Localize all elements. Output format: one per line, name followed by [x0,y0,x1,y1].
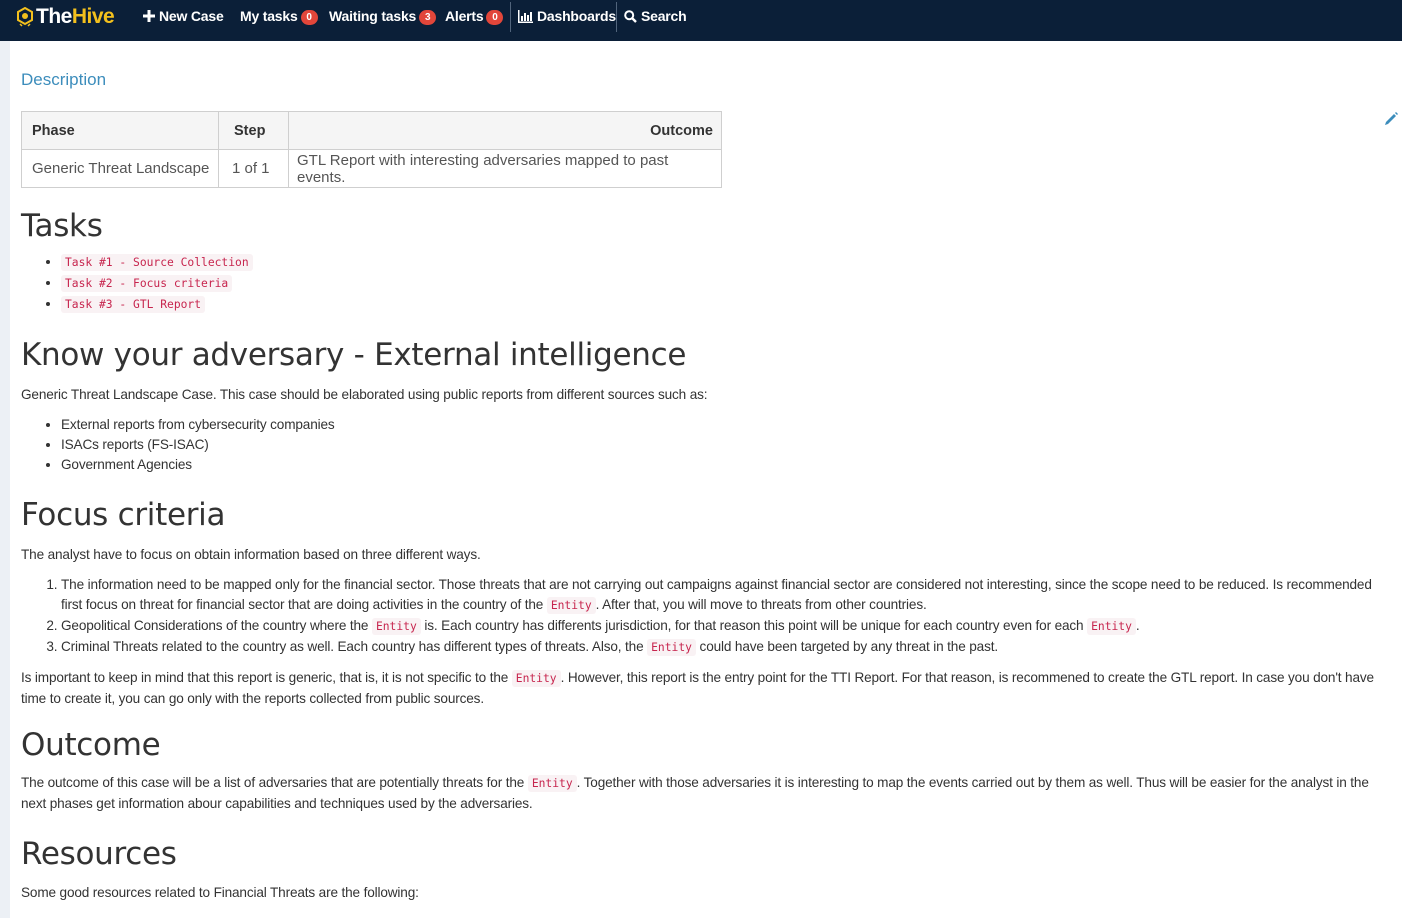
waiting-tasks-link[interactable]: Waiting tasks 3 [329,0,437,32]
task-code: Task #1 - Source Collection [61,254,253,271]
entity-code: Entity [527,775,577,792]
list-item: ISACs reports (FS-ISAC) [61,435,1381,455]
list-text: is. Each country has differents jurisdic… [420,618,1088,633]
list-item: Government Agencies [61,455,1381,475]
waiting-tasks-badge: 3 [419,10,437,25]
tasks-list: Task #1 - Source Collection Task #2 - Fo… [21,252,1381,315]
list-item: Task #3 - GTL Report [61,294,1381,315]
outcome-text-part: The outcome of this case will be a list … [21,775,528,790]
list-text: Geopolitical Considerations of the count… [61,618,372,633]
top-navbar: The Hive New Case My tasks 0 Waiting task… [0,0,1402,41]
list-item: The information need to be mapped only f… [61,575,1381,616]
note-text: Is important to keep in mind that this r… [21,670,512,685]
entity-code: Entity [647,639,696,656]
outcome-heading: Outcome [21,727,161,763]
my-tasks-badge: 0 [300,10,318,25]
adversary-sources-list: External reports from cybersecurity comp… [21,415,1381,475]
waiting-tasks-label: Waiting tasks [329,8,417,24]
description-title: Description [21,70,107,89]
tasks-heading: Tasks [21,208,103,244]
table-header-row: Phase Step Outcome [21,111,722,150]
outcome-text: The outcome of this case will be a list … [21,773,1381,814]
entity-code: Entity [371,618,421,635]
focus-criteria-list: The information need to be mapped only f… [21,575,1381,658]
list-text: . [1135,618,1140,633]
dashboards-label: Dashboards [537,8,616,24]
column-header: Phase [21,111,219,150]
new-case-button[interactable]: New Case [143,0,224,32]
task-code: Task #2 - Focus criteria [61,275,233,292]
adversary-section: Know your adversary - External intellige… [21,337,1381,475]
list-item: External reports from cybersecurity comp… [61,415,1381,435]
left-sidebar-rail [0,41,10,918]
table-row: Generic Threat Landscape 1 of 1 GTL Repo… [21,149,722,188]
list-text: . After that, you will move to threats f… [595,597,927,612]
list-item: Task #1 - Source Collection [61,252,1381,273]
my-tasks-link[interactable]: My tasks 0 [240,0,318,32]
entity-code: Entity [511,670,561,687]
nav-divider [510,2,511,32]
brand-hive: Hive [71,5,115,28]
table-cell: Generic Threat Landscape [21,149,219,188]
brand-logo[interactable]: The Hive [16,1,115,33]
focus-note: Is important to keep in mind that this r… [21,668,1381,709]
brand-the: The [36,5,72,28]
list-text: Criminal Threats related to the country … [61,639,648,654]
alerts-link[interactable]: Alerts 0 [445,0,504,32]
table-cell: 1 of 1 [218,149,289,188]
search-link[interactable]: Search [624,0,687,32]
alerts-badge: 0 [486,10,504,25]
plus-icon [143,10,155,22]
new-case-label: New Case [159,8,224,24]
nav-divider [616,2,617,32]
my-tasks-label: My tasks [240,8,298,24]
adversary-heading: Know your adversary - External intellige… [21,337,687,373]
tasks-section: Tasks Task #1 - Source Collection Task #… [21,208,1381,315]
hive-logo-icon [16,7,34,27]
outcome-section: Outcome The outcome of this case will be… [21,727,1381,814]
column-header: Outcome [288,111,722,150]
table-cell: GTL Report with interesting adversaries … [288,149,722,188]
alerts-label: Alerts [445,8,484,24]
search-icon [624,9,637,23]
focus-section: Focus criteria The analyst have to focus… [21,497,1381,709]
list-item: Criminal Threats related to the country … [61,637,1381,658]
resources-heading: Resources [21,836,177,872]
focus-intro: The analyst have to focus on obtain info… [21,547,481,562]
entity-code: Entity [1087,618,1136,635]
list-item: Task #2 - Focus criteria [61,273,1381,294]
resources-text: Some good resources related to Financial… [21,885,419,900]
column-header: Step [218,111,289,150]
bar-chart-icon [518,9,533,23]
task-code: Task #3 - GTL Report [61,296,206,313]
list-text: could have been targeted by any threat i… [695,639,999,654]
phase-table: Phase Step Outcome Generic Threat Landsc… [21,111,722,188]
search-label: Search [641,8,687,24]
list-item: Geopolitical Considerations of the count… [61,616,1381,637]
edit-pencil-icon[interactable] [1384,112,1398,131]
focus-heading: Focus criteria [21,497,226,533]
dashboards-link[interactable]: Dashboards [518,0,616,32]
resources-section: Resources Some good resources related to… [21,836,1381,903]
entity-code: Entity [546,597,596,614]
adversary-intro: Generic Threat Landscape Case. This case… [21,387,708,402]
